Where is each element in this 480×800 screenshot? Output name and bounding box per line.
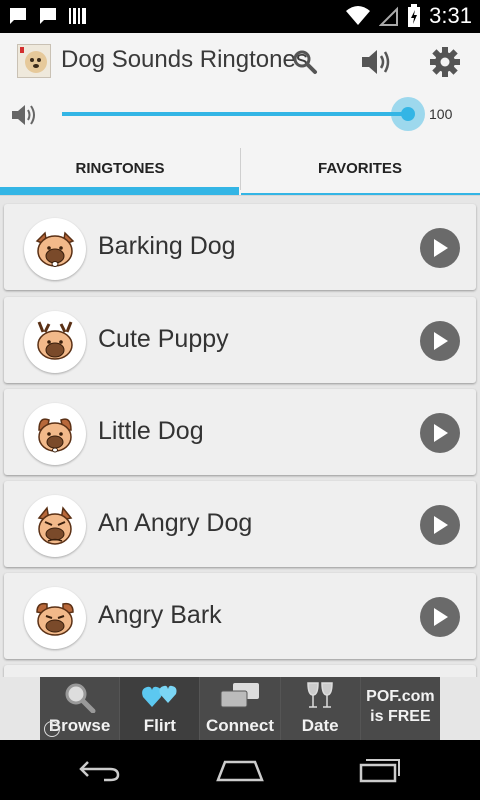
play-button[interactable] [420, 321, 460, 361]
volume-slider-thumb[interactable] [401, 107, 415, 121]
settings-button[interactable] [425, 43, 465, 81]
list-item[interactable]: An Angry Dog [4, 481, 476, 567]
wifi-icon [346, 6, 371, 25]
settings-icon [430, 47, 460, 77]
ad-item-label: Flirt [143, 716, 176, 735]
ad-item-flirt[interactable]: Flirt [120, 677, 201, 740]
ringtone-name: Angry Bark [98, 601, 222, 629]
list-item-partial[interactable] [4, 665, 476, 677]
magnifier-icon [65, 683, 96, 713]
play-button[interactable] [420, 597, 460, 637]
ad-item-label: POF.com is FREE [366, 687, 435, 725]
volume-button[interactable] [357, 43, 397, 81]
dog-face-icon [24, 403, 86, 465]
search-button[interactable] [285, 43, 325, 81]
app-icon[interactable] [17, 44, 51, 78]
list-item[interactable]: Cute Puppy [4, 297, 476, 383]
dog-face-icon [24, 218, 86, 280]
status-bar: 3:31 [0, 0, 480, 33]
notification-icons [8, 6, 88, 26]
volume-value: 100 [429, 106, 453, 122]
signal-off-icon [379, 6, 399, 26]
ad-banner[interactable]: Browse i Flirt Connect Date POF.com is F… [40, 677, 441, 740]
volume-slider-fill [62, 112, 408, 116]
list-item[interactable]: Little Dog [4, 389, 476, 475]
ad-item-label: Date [301, 716, 339, 735]
hearts-icon [141, 685, 177, 707]
ad-item-date[interactable]: Date [280, 677, 361, 740]
ringtone-name: Cute Puppy [98, 325, 229, 353]
action-bar: Dog Sounds Ringtones [0, 33, 480, 90]
home-icon [216, 760, 264, 782]
info-icon[interactable]: i [44, 721, 60, 737]
clock: 3:31 [429, 3, 472, 28]
navigation-bar [0, 740, 480, 800]
play-button[interactable] [420, 413, 460, 453]
speaker-icon [12, 105, 35, 125]
ringtone-name: Little Dog [98, 417, 204, 445]
play-button[interactable] [420, 505, 460, 545]
tab-underline [241, 193, 480, 195]
play-button[interactable] [420, 228, 460, 268]
ad-item-browse[interactable]: Browse i [40, 677, 121, 740]
ringtone-name: Barking Dog [98, 232, 236, 260]
play-icon [434, 608, 448, 626]
play-icon [434, 332, 448, 350]
wine-glasses-icon [307, 682, 333, 708]
play-icon [434, 239, 448, 257]
chat-icon [10, 8, 26, 24]
recent-apps-icon [359, 759, 400, 783]
play-icon [434, 424, 448, 442]
play-icon [434, 516, 448, 534]
chat-icon [40, 8, 56, 24]
home-button[interactable] [210, 752, 270, 788]
chat-bubbles-icon [220, 683, 259, 708]
back-icon [79, 761, 120, 782]
tab-favorites[interactable]: FAVORITES [240, 140, 480, 196]
volume-icon [362, 50, 390, 74]
ad-item-label: Connect [206, 716, 274, 735]
battery-charging-icon [408, 4, 421, 27]
ad-item-connect[interactable]: Connect [200, 677, 281, 740]
dog-face-icon [24, 587, 86, 649]
list-item[interactable]: Barking Dog [4, 204, 476, 290]
list-item[interactable]: Angry Bark [4, 573, 476, 659]
app-title: Dog Sounds Ringtones [61, 46, 308, 73]
tab-selected-indicator [0, 187, 239, 195]
ringtone-name: An Angry Dog [98, 509, 253, 537]
dog-face-icon [24, 495, 86, 557]
barcode-icon [69, 8, 86, 24]
dog-face-icon [24, 311, 86, 373]
back-button[interactable] [70, 752, 130, 788]
volume-row: 100 [0, 90, 480, 140]
search-icon [293, 50, 317, 74]
system-icons: 3:31 [345, 3, 472, 29]
ad-item-pof[interactable]: POF.com is FREE [360, 677, 441, 740]
recent-apps-button[interactable] [350, 752, 410, 788]
ringtone-list[interactable]: Barking Dog Cute Puppy Little Dog An Ang… [0, 197, 480, 677]
